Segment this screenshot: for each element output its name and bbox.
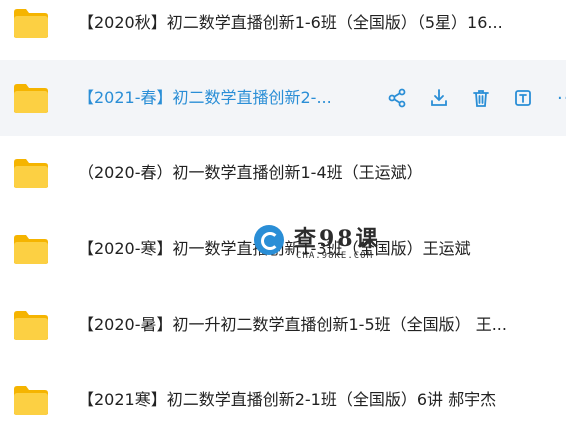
file-row[interactable]: （2020-春）初一数学直播创新1-4班（王运斌） (0, 135, 566, 211)
trash-icon[interactable] (469, 86, 493, 110)
file-name[interactable]: 【2020-寒】初一数学直播创新1-3班（全国版）王运斌 (78, 238, 471, 260)
file-name[interactable]: 【2020秋】初二数学直播创新1-6班（全国版）（5星）16... (78, 12, 503, 34)
folder-icon (14, 159, 48, 188)
folder-icon (14, 235, 48, 264)
file-name[interactable]: 【2020-暑】初一升初二数学直播创新1-5班（全国版） 王... (78, 314, 507, 336)
folder-icon (14, 311, 48, 340)
file-name[interactable]: 【2021-春】初二数学直播创新2-... (78, 87, 364, 109)
file-row-hovered[interactable]: 【2021-春】初二数学直播创新2-... ··· (0, 60, 566, 136)
share-icon[interactable] (385, 86, 409, 110)
download-icon[interactable] (427, 86, 451, 110)
folder-icon (14, 84, 48, 113)
file-name[interactable]: （2020-春）初一数学直播创新1-4班（王运斌） (78, 162, 423, 184)
folder-icon (14, 9, 48, 38)
more-icon[interactable]: ··· (557, 88, 566, 109)
file-row[interactable]: 【2020-寒】初一数学直播创新1-3班（全国版）王运斌 (0, 211, 566, 287)
row-actions: ··· (385, 86, 566, 110)
rename-icon[interactable] (511, 86, 535, 110)
folder-icon (14, 386, 48, 415)
file-row[interactable]: 【2020秋】初二数学直播创新1-6班（全国版）（5星）16... (0, 0, 566, 61)
file-name[interactable]: 【2021寒】初二数学直播创新2-1班（全国版）6讲 郝宇杰 (78, 389, 496, 411)
file-row[interactable]: 【2020-暑】初一升初二数学直播创新1-5班（全国版） 王... (0, 287, 566, 363)
file-row[interactable]: 【2021寒】初二数学直播创新2-1班（全国版）6讲 郝宇杰 (0, 362, 566, 438)
